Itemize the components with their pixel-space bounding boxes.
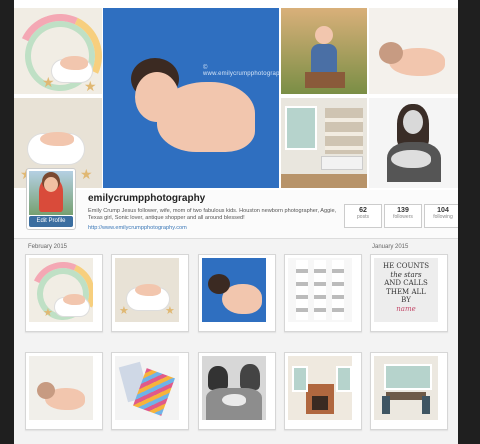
star-icon: ★ xyxy=(43,307,53,319)
mosaic-photo-rainbow[interactable]: ★ ★ xyxy=(14,8,102,94)
thumb: ★ ★ xyxy=(115,258,179,322)
wooden-crate xyxy=(305,72,345,88)
stat-number: 104 xyxy=(437,207,449,214)
thumb xyxy=(29,356,93,420)
star-icon: ★ xyxy=(84,78,97,94)
month-label-january: January 2015 xyxy=(372,244,409,250)
parent-head xyxy=(240,364,260,390)
stat-label: posts xyxy=(357,214,369,220)
grid-photo-family[interactable] xyxy=(198,352,276,430)
window xyxy=(292,366,308,392)
grid-photo-strips[interactable] xyxy=(284,254,362,332)
edit-profile-button[interactable]: Edit Profile xyxy=(29,216,73,227)
stat-label: followers xyxy=(393,214,413,220)
stat-following[interactable]: 104 following xyxy=(424,204,458,228)
header-photo-mosaic: ★ ★ ★ ★ © www.emilycrumpphotography.com xyxy=(14,0,458,190)
profile-bar: Edit Profile emilycrumpphotography Emily… xyxy=(14,168,458,239)
star-icon: ★ xyxy=(42,74,55,90)
parent-head xyxy=(208,366,228,390)
thumb xyxy=(115,356,179,420)
star-icon: ★ xyxy=(165,305,175,317)
toddler-head xyxy=(315,26,333,44)
profile-username: emilycrumpphotography xyxy=(88,193,206,204)
grid-photo-fabrics[interactable] xyxy=(111,352,189,430)
mosaic-photo-outdoor[interactable] xyxy=(281,8,367,94)
mosaic-photo-sleeping[interactable] xyxy=(369,8,458,94)
window xyxy=(336,366,352,392)
photo-strip xyxy=(314,260,326,320)
month-label-february: February 2015 xyxy=(28,244,68,250)
stat-label: following xyxy=(433,214,453,220)
grid-photo-living-room[interactable] xyxy=(284,352,362,430)
baby-head xyxy=(37,382,55,399)
star-icon: ★ xyxy=(80,166,93,182)
baby-figure xyxy=(222,394,246,406)
thumb: ★ xyxy=(29,258,93,322)
quote-line: the stars xyxy=(390,270,422,279)
thumb xyxy=(288,258,352,322)
quote-line: THEM ALL xyxy=(386,287,426,296)
baby-hair xyxy=(208,274,230,294)
baby-figure xyxy=(60,56,88,70)
grid-photo-quote[interactable]: HE COUNTS the stars AND CALLS THEM ALL B… xyxy=(370,254,448,332)
thumb xyxy=(374,356,438,420)
thumb xyxy=(202,258,266,322)
fireplace-opening xyxy=(312,396,328,410)
dining-chair xyxy=(382,396,390,414)
dining-table xyxy=(386,392,426,400)
baby-figure xyxy=(40,132,74,146)
mosaic-photo-mother[interactable] xyxy=(369,98,458,188)
profile-website-link[interactable]: http://www.emilycrumpphotography.com xyxy=(88,225,187,231)
photo-strip xyxy=(332,260,344,320)
floor xyxy=(281,174,367,188)
baby-figure xyxy=(135,284,161,296)
photo-strip xyxy=(296,260,308,320)
window xyxy=(384,364,432,390)
profile-stats: 62 posts 139 followers 104 following xyxy=(342,204,458,228)
shelf xyxy=(325,108,363,154)
baby-figure xyxy=(63,294,85,305)
stat-number: 62 xyxy=(359,207,367,214)
quote-art: HE COUNTS the stars AND CALLS THEM ALL B… xyxy=(376,262,436,313)
mosaic-photo-featured[interactable]: © www.emilycrumpphotography.com xyxy=(103,8,279,188)
watermark-text: © www.emilycrumpphotography.com xyxy=(203,65,279,77)
thumb: HE COUNTS the stars AND CALLS THEM ALL B… xyxy=(374,258,438,322)
instagram-profile-page: ★ ★ ★ ★ © www.emilycrumpphotography.com xyxy=(14,0,458,444)
profile-bio: Emily Crump Jesus follower, wife, mom of… xyxy=(88,208,337,221)
grid-photo-blue-blanket[interactable] xyxy=(198,254,276,332)
thumb xyxy=(202,356,266,420)
quote-line: name xyxy=(396,304,416,313)
toddler-overalls xyxy=(311,44,337,74)
stat-followers[interactable]: 139 followers xyxy=(384,204,422,228)
baby-face xyxy=(135,72,179,122)
avatar[interactable]: Edit Profile xyxy=(26,168,76,230)
avatar-photo xyxy=(29,171,73,215)
quote-line: BY xyxy=(401,296,411,304)
sofa xyxy=(321,156,363,170)
grid-photo-newborn[interactable] xyxy=(25,352,103,430)
grid-photo-rainbow[interactable]: ★ xyxy=(25,254,103,332)
grid-photo-cloud[interactable]: ★ ★ xyxy=(111,254,189,332)
baby-figure xyxy=(391,150,431,168)
mother-face xyxy=(403,110,423,134)
thumb xyxy=(288,356,352,420)
baby-head xyxy=(379,42,403,64)
grid-photo-dining-room[interactable] xyxy=(370,352,448,430)
window xyxy=(285,106,317,150)
mosaic-photo-studio[interactable] xyxy=(281,98,367,188)
stat-number: 139 xyxy=(397,207,409,214)
quote-line: HE COUNTS xyxy=(382,262,430,270)
star-icon: ★ xyxy=(119,305,129,317)
dining-chair xyxy=(422,396,430,414)
avatar-face xyxy=(44,177,58,192)
stat-posts[interactable]: 62 posts xyxy=(344,204,382,228)
quote-line: AND CALLS xyxy=(384,279,428,287)
